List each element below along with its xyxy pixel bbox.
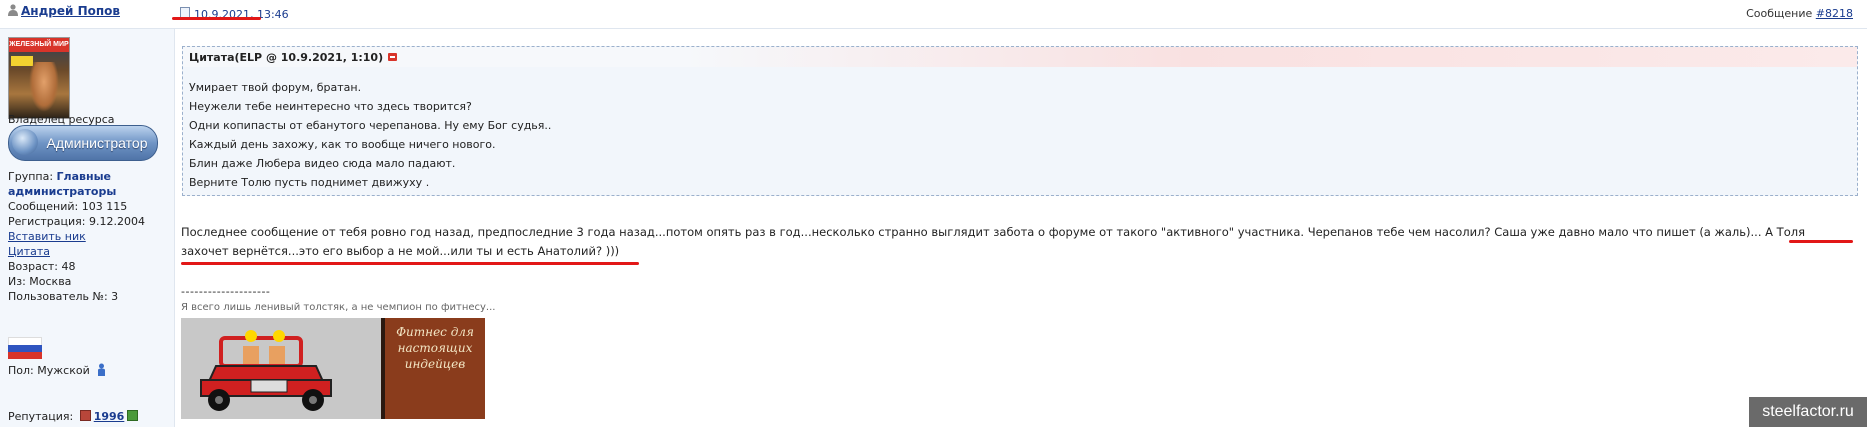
- quote-body: Умирает твой форум, братан. Неужели тебе…: [189, 78, 551, 192]
- banner-logo: Фитнес для настоящих индейцев: [381, 318, 485, 419]
- post-line: Последнее сообщение от тебя ровно год на…: [181, 225, 1806, 239]
- admin-badge: Администратор: [8, 125, 158, 161]
- reputation-label: Репутация:: [8, 410, 74, 423]
- post-line: захочет вернётся...это его выбор а не мо…: [181, 244, 620, 258]
- quote-line: Умирает твой форум, братан.: [189, 81, 362, 94]
- quote-block: Цитата(ELP @ 10.9.2021, 1:10) Умирает тв…: [182, 46, 1858, 196]
- gender: Пол: Мужской: [8, 364, 90, 377]
- annotation-underline: [172, 17, 261, 20]
- admin-badge-label: Администратор: [46, 135, 148, 151]
- signature-text: Я всего лишь ленивый толстяк, а не чемпи…: [181, 302, 496, 313]
- post-header: Андрей Попов 10.9.2021, 13:46 Сообщение …: [0, 0, 1867, 29]
- globe-icon: [12, 129, 38, 155]
- male-icon: [98, 363, 106, 376]
- messages-count: Сообщений: 103 115: [8, 200, 128, 213]
- message-label: Сообщение: [1746, 7, 1813, 20]
- location: Из: Москва: [8, 275, 72, 288]
- russia-flag-icon: [8, 337, 42, 359]
- post-body: Последнее сообщение от тебя ровно год на…: [181, 223, 1851, 261]
- user-profile-sidebar: ЖЕЛЕЗНЫЙ МИР Владелец ресурса Администра…: [0, 29, 175, 427]
- reputation-up-icon[interactable]: [127, 410, 139, 421]
- message-number-link[interactable]: #8218: [1816, 7, 1853, 20]
- reputation-row: Репутация: 1996: [8, 409, 173, 424]
- quote-title: Цитата(ELP @ 10.9.2021, 1:10): [189, 51, 398, 64]
- site-watermark: steelfactor.ru: [1749, 397, 1867, 427]
- quote-header: Цитата(ELP @ 10.9.2021, 1:10): [183, 47, 1857, 67]
- quote-line: Каждый день захожу, как то вообще ничего…: [189, 138, 496, 151]
- annotation-underline: [181, 262, 639, 265]
- registration-date: Регистрация: 9.12.2004: [8, 215, 145, 228]
- gender-row: Пол: Мужской: [8, 363, 173, 378]
- reputation-down-icon[interactable]: [79, 410, 91, 421]
- quote-link[interactable]: Цитата: [8, 245, 50, 258]
- signature-separator: --------------------: [181, 285, 271, 298]
- quote-row: Цитата: [8, 244, 173, 259]
- insert-nick-row: Вставить ник: [8, 229, 173, 244]
- group-row: Группа: Главные администраторы: [8, 169, 173, 199]
- age: Возраст: 48: [8, 260, 76, 273]
- avatar-magazine-title: ЖЕЛЕЗНЫЙ МИР: [9, 38, 69, 52]
- car-icon: [181, 318, 381, 419]
- quote-title-text: Цитата(ELP @ 10.9.2021, 1:10): [189, 51, 384, 64]
- group-label: Группа:: [8, 170, 54, 183]
- avatar-figure: [29, 62, 59, 112]
- avatar: ЖЕЛЕЗНЫЙ МИР: [8, 37, 70, 119]
- annotation-underline: [1789, 240, 1853, 243]
- banner-logo-text: Фитнес для настоящих индейцев: [396, 325, 474, 371]
- user-number: Пользователь №: 3: [8, 290, 119, 303]
- reputation-value[interactable]: 1996: [94, 410, 125, 423]
- quote-line: Неужели тебе неинтересно что здесь твори…: [189, 100, 472, 113]
- quote-line: Верните Толю пусть поднимет движуху .: [189, 176, 430, 189]
- signature-banner: Фитнес для настоящих индейцев: [181, 318, 485, 419]
- author-link[interactable]: Андрей Попов: [8, 4, 120, 18]
- author-name[interactable]: Андрей Попов: [21, 4, 120, 18]
- user-icon: [8, 4, 18, 16]
- quote-line: Блин даже Любера видео сюда мало падают.: [189, 157, 456, 170]
- back-to-quote-icon[interactable]: [388, 53, 398, 61]
- message-number: Сообщение #8218: [1746, 7, 1853, 20]
- insert-nick-link[interactable]: Вставить ник: [8, 230, 86, 243]
- quote-line: Одни копипасты от ебанутого черепанова. …: [189, 119, 552, 132]
- banner-car-image: [181, 318, 381, 419]
